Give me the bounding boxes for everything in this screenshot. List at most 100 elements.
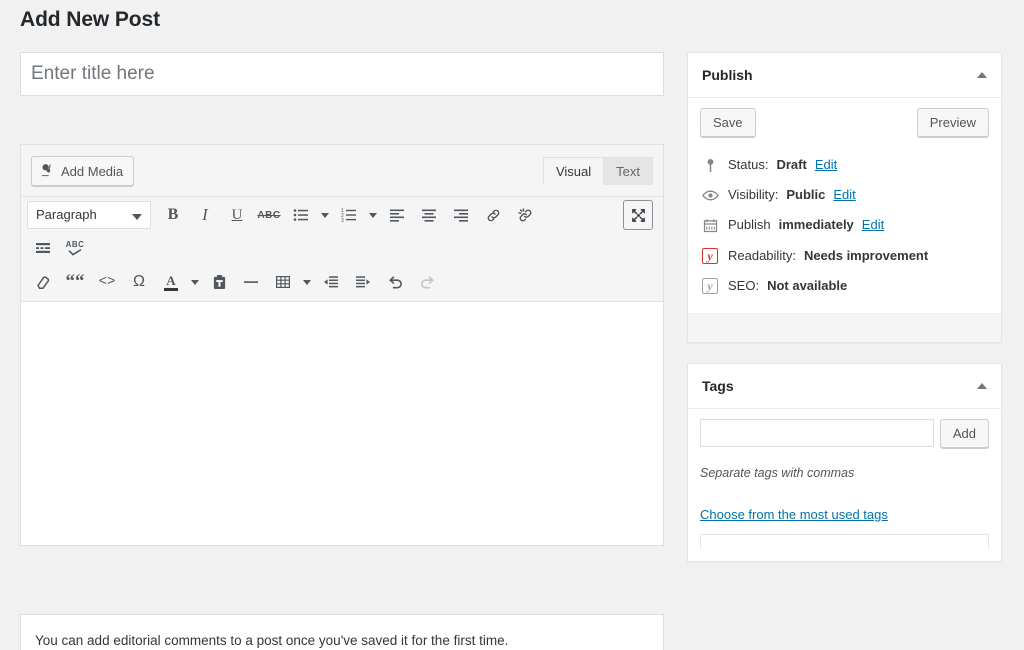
svg-text:3: 3	[341, 218, 344, 223]
edit-visibility-link[interactable]: Edit	[833, 186, 855, 204]
publish-box-body: Save Preview Status: Draft Edit Visibili…	[688, 98, 1001, 313]
redo-icon	[419, 274, 436, 291]
redo-button[interactable]	[411, 266, 443, 298]
distraction-free-button[interactable]	[623, 200, 653, 230]
add-tag-button[interactable]: Add	[939, 418, 989, 448]
special-character-button[interactable]: Ω	[123, 266, 155, 298]
remove-link-icon	[517, 207, 534, 224]
chevron-up-icon[interactable]	[977, 382, 987, 389]
outdent-button[interactable]	[315, 266, 347, 298]
table-chevron[interactable]	[299, 267, 315, 297]
toolbar-row-2: ““ <> Ω A	[27, 265, 659, 299]
align-center-icon	[421, 207, 437, 223]
format-select[interactable]: Paragraph	[27, 201, 151, 229]
clear-formatting-button[interactable]	[27, 266, 59, 298]
preview-button[interactable]: Preview	[916, 108, 989, 137]
publish-time-label: Publish	[728, 217, 771, 233]
visibility-label: Visibility:	[728, 187, 779, 203]
edit-publish-time-link[interactable]: Edit	[862, 216, 884, 234]
insert-read-more-icon	[35, 240, 51, 256]
publish-box: Publish Save Preview Status: Draft Edit …	[687, 52, 1002, 343]
bold-icon: B	[167, 206, 179, 223]
numbered-list-chevron[interactable]	[365, 200, 381, 230]
undo-button[interactable]	[379, 266, 411, 298]
tag-input[interactable]	[700, 419, 934, 448]
status-label: Status:	[728, 157, 769, 172]
add-media-button[interactable]: Add Media	[31, 156, 135, 186]
outdent-icon	[323, 274, 339, 290]
horizontal-rule-button[interactable]	[235, 266, 267, 298]
eraser-icon	[35, 274, 51, 290]
editorial-comments-box: You can add editorial comments to a post…	[20, 614, 664, 650]
editor-media-bar: Add Media Visual Text	[21, 145, 663, 196]
content-editor: Add Media Visual Text Paragraph B I U AB…	[20, 144, 664, 546]
status-row: Status: Draft Edit	[700, 150, 989, 180]
code-button[interactable]: <>	[91, 266, 123, 298]
tags-box-body: Add Separate tags with commas Choose fro…	[688, 409, 1001, 561]
align-center-button[interactable]	[413, 199, 445, 231]
horizontal-rule-icon	[243, 274, 259, 290]
align-left-icon	[389, 207, 405, 223]
seo-row: y SEO: Not available	[700, 271, 989, 301]
undo-icon	[387, 274, 404, 291]
page-title: Add New Post	[20, 8, 160, 31]
readability-value: Needs improvement	[803, 247, 929, 263]
text-color-button[interactable]: A	[155, 266, 187, 298]
sidebar-column: Publish Save Preview Status: Draft Edit …	[687, 52, 1002, 582]
visibility-value: Public	[786, 187, 826, 203]
tags-box: Tags Add Separate tags with commas Choos…	[687, 362, 1002, 562]
save-draft-button[interactable]: Save	[700, 108, 756, 137]
chevron-down-icon	[321, 212, 329, 218]
numbered-list-button[interactable]: 1 2 3	[333, 199, 365, 231]
bulleted-list-icon	[293, 207, 309, 223]
status-value: Draft	[776, 157, 807, 172]
choose-most-used-tags-link[interactable]: Choose from the most used tags	[700, 507, 989, 522]
insert-link-button[interactable]	[477, 199, 509, 231]
code-icon: <>	[98, 274, 116, 290]
eye-icon	[700, 189, 720, 202]
blockquote-button[interactable]: ““	[59, 266, 91, 298]
editor-content-area[interactable]	[21, 301, 663, 545]
edit-status-link[interactable]: Edit	[815, 156, 837, 174]
tab-visual[interactable]: Visual	[542, 157, 605, 185]
tab-text[interactable]: Text	[603, 157, 653, 185]
readability-row: y Readability: Needs improvement	[700, 241, 989, 271]
visibility-row: Visibility: Public Edit	[700, 180, 989, 210]
paste-as-text-button[interactable]	[203, 266, 235, 298]
underline-button[interactable]: U	[221, 199, 253, 231]
spellcheck-icon: ABC	[66, 240, 85, 256]
table-button[interactable]	[267, 266, 299, 298]
remove-link-button[interactable]	[509, 199, 541, 231]
yoast-seo-icon: y	[700, 277, 720, 294]
publish-time-row: Publish immediately Edit	[700, 210, 989, 240]
insert-link-icon	[485, 207, 502, 224]
text-color-chevron[interactable]	[187, 267, 203, 297]
calendar-icon	[700, 218, 720, 233]
indent-button[interactable]	[347, 266, 379, 298]
strikethrough-button[interactable]: ABC	[253, 199, 285, 231]
publish-box-title: Publish	[702, 67, 753, 83]
publish-box-footer	[688, 312, 1001, 342]
align-right-button[interactable]	[445, 199, 477, 231]
italic-icon: I	[202, 205, 208, 224]
publish-box-header: Publish	[688, 53, 1001, 98]
insert-read-more-button[interactable]	[27, 232, 59, 264]
numbered-list-icon: 1 2 3	[341, 207, 357, 223]
post-title-input[interactable]	[20, 52, 664, 96]
align-left-button[interactable]	[381, 199, 413, 231]
chevron-down-icon	[191, 279, 199, 285]
media-icon	[40, 162, 55, 180]
pin-icon	[700, 158, 720, 173]
bulleted-list-button[interactable]	[285, 199, 317, 231]
italic-button[interactable]: I	[189, 199, 221, 231]
publish-actions: Save Preview	[700, 108, 989, 150]
seo-label: SEO:	[728, 277, 760, 293]
bulleted-list-chevron[interactable]	[317, 200, 333, 230]
bold-button[interactable]: B	[157, 199, 189, 231]
clipboard-icon	[212, 274, 227, 290]
align-right-icon	[453, 207, 469, 223]
chevron-down-icon	[132, 214, 142, 220]
omega-icon: Ω	[133, 273, 145, 290]
chevron-up-icon[interactable]	[977, 72, 987, 78]
spellcheck-button[interactable]: ABC	[59, 232, 91, 264]
